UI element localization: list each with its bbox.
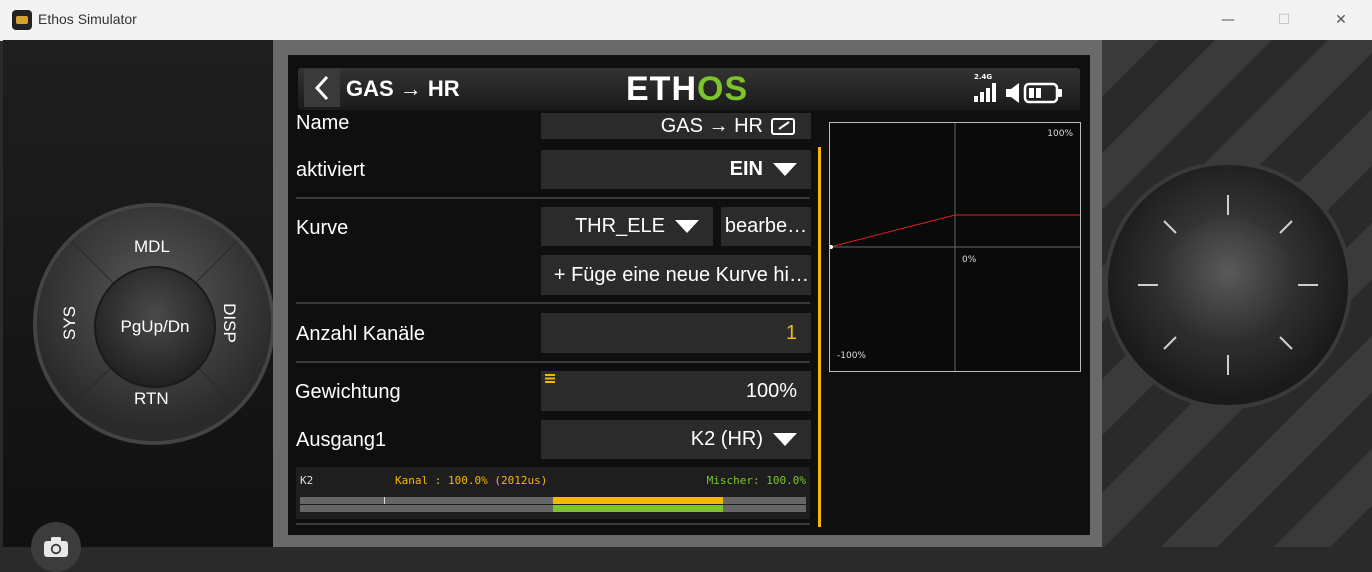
menu-icon	[545, 374, 555, 383]
add-curve-label: + Füge eine neue Kurve hi…	[553, 263, 809, 286]
screenshot-button[interactable]	[31, 522, 81, 572]
divider	[296, 523, 810, 525]
encoder-knob[interactable]	[1162, 219, 1294, 351]
signal-icon	[974, 83, 996, 102]
activated-dropdown[interactable]: EIN	[541, 150, 811, 189]
left-hardware-panel: MDL RTN SYS DISP PgUp/Dn	[3, 40, 273, 572]
curve-label: Kurve	[296, 217, 349, 239]
divider	[296, 302, 810, 304]
chevron-left-icon	[314, 75, 329, 101]
activated-value: EIN	[729, 158, 763, 180]
scrollbar[interactable]	[818, 147, 821, 527]
back-button[interactable]	[304, 69, 340, 107]
minimize-button[interactable]: —	[1205, 0, 1251, 40]
channel-bar-fill	[553, 497, 723, 504]
disp-button[interactable]: DISP	[219, 303, 239, 343]
weight-label: Gewichtung	[295, 381, 401, 403]
window-title: Ethos Simulator	[38, 11, 137, 27]
curve-edit-button[interactable]: bearbe…	[721, 207, 811, 246]
maximize-button[interactable]: ☐	[1261, 0, 1307, 40]
curve-value: THR_ELE	[574, 215, 665, 237]
output-value: K2 (HR)	[690, 428, 763, 450]
name-label: Name	[296, 112, 350, 134]
channels-field[interactable]: 1	[541, 313, 811, 353]
curve-edit-label: bearbe…	[724, 215, 808, 237]
channel-name: K2	[300, 474, 314, 487]
weight-value: 100%	[745, 379, 797, 402]
channel-output-text: Kanal : 100.0% (2012us)	[395, 474, 548, 487]
dropdown-arrow-icon	[773, 163, 797, 176]
camera-icon	[44, 537, 68, 557]
add-curve-button[interactable]: + Füge eine neue Kurve hi…	[541, 255, 811, 295]
app-icon	[12, 10, 32, 30]
page-title: GAS → HR	[346, 76, 460, 101]
channel-monitor: K2 Kanal : 100.0% (2012us) Mischer: 100.…	[296, 467, 810, 519]
mdl-button[interactable]: MDL	[134, 237, 170, 257]
title-bar: Ethos Simulator — ☐ ✕	[0, 0, 1372, 41]
signal-band-label: 2.4G	[974, 73, 993, 81]
name-value: GAS → HR	[660, 114, 763, 137]
divider	[296, 197, 810, 199]
weight-field[interactable]: 100%	[541, 371, 811, 411]
ethos-logo: ETHOS	[626, 70, 749, 108]
channels-label: Anzahl Kanäle	[296, 323, 425, 345]
curve-bottom-label: -100%	[837, 351, 866, 361]
curve-plot	[830, 123, 1080, 371]
rotary-encoder[interactable]	[1108, 165, 1348, 405]
mixer-output-text: Mischer: 100.0%	[706, 474, 806, 487]
rtn-button[interactable]: RTN	[134, 389, 169, 409]
dropdown-arrow-icon	[675, 220, 699, 233]
status-icons	[974, 82, 1062, 104]
pgup-dn-button[interactable]: PgUp/Dn	[94, 266, 216, 388]
speaker-icon	[1006, 83, 1019, 103]
channel-center-tick	[384, 497, 385, 504]
curve-dropdown[interactable]: THR_ELE	[541, 207, 713, 246]
output-dropdown[interactable]: K2 (HR)	[541, 420, 811, 459]
name-field[interactable]: GAS → HR	[541, 113, 811, 139]
activated-label: aktiviert	[296, 159, 365, 181]
divider	[296, 361, 810, 363]
channels-value: 1	[785, 321, 797, 344]
screen-header: GAS → HR ETHOS 2.4G	[298, 68, 1080, 110]
dropdown-arrow-icon	[773, 433, 797, 446]
curve-top-label: 100%	[1047, 129, 1073, 139]
radio-screen: GAS → HR ETHOS 2.4G Name GAS → HR aktivi…	[288, 55, 1090, 535]
edit-icon	[771, 118, 795, 135]
battery-icon	[1023, 82, 1062, 104]
mixer-bar-fill	[553, 505, 723, 512]
close-button[interactable]: ✕	[1318, 0, 1364, 40]
output-label: Ausgang1	[296, 429, 387, 451]
sys-button[interactable]: SYS	[60, 306, 80, 340]
channel-bar-track	[300, 497, 806, 504]
mixer-bar-track	[300, 505, 806, 512]
curve-graph: 100% 0% -100%	[829, 122, 1081, 372]
navigation-dpad: MDL RTN SYS DISP PgUp/Dn	[37, 207, 271, 441]
curve-mid-label: 0%	[962, 255, 977, 265]
